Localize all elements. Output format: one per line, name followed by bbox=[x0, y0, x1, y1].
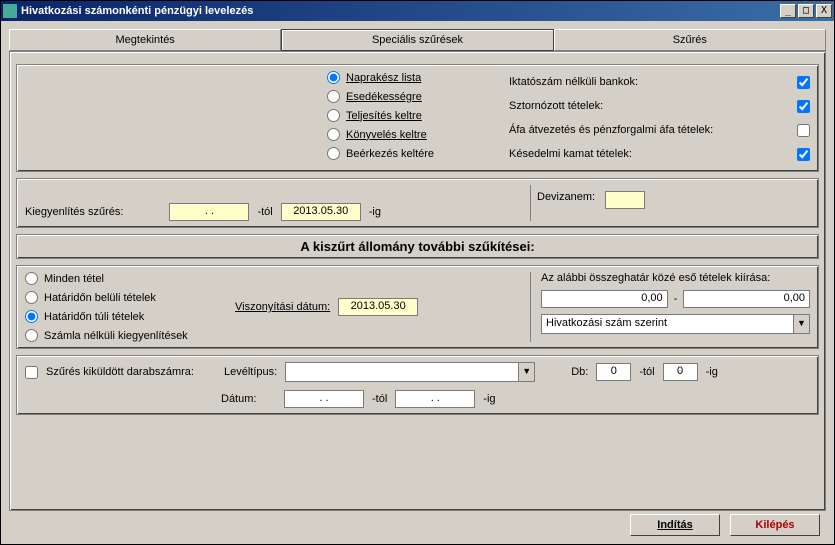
settlement-left: Kiegyenlítés szűrés: . . -tól 2013.05.30… bbox=[25, 185, 530, 221]
radio-beerkezes[interactable]: Beérkezés keltére bbox=[327, 147, 497, 160]
footer-buttons: Indítás Kilépés bbox=[630, 514, 820, 536]
chevron-down-icon[interactable]: ▼ bbox=[518, 363, 534, 381]
tab-special-filters[interactable]: Speciális szűrések bbox=[281, 29, 553, 51]
db-label: Db: bbox=[571, 366, 588, 378]
narrowing-section: Minden tétel Határidőn belüli tételek Ha… bbox=[16, 265, 819, 349]
tab-panel: Naprakész lista Esedékességre Teljesítés… bbox=[9, 51, 826, 511]
titlebar: Hivatkozási számonkénti pénzügyi levelez… bbox=[1, 1, 834, 21]
chk-row-sztorno: Sztornózott tételek: bbox=[509, 95, 810, 117]
chk-label-iktatoszam: Iktatószám nélküli bankok: bbox=[509, 76, 789, 88]
chk-row-afa: Áfa átvezetés és pénzforgalmi áfa tétele… bbox=[509, 119, 810, 141]
radio-teljesites[interactable]: Teljesítés keltre bbox=[327, 109, 497, 122]
tol-label-2: -tól bbox=[639, 366, 654, 378]
sent-count-row2: Dátum: . . -tól . . -ig bbox=[25, 390, 810, 408]
chk-label-sztorno: Sztornózott tételek: bbox=[509, 100, 789, 112]
deviza-input[interactable] bbox=[605, 191, 645, 209]
kieg-from-input[interactable]: . . bbox=[169, 203, 249, 221]
tol-label-1: -tól bbox=[257, 206, 272, 218]
ig-label-2: -ig bbox=[706, 366, 718, 378]
leveltipus-combo-text bbox=[286, 363, 518, 381]
db-from-input[interactable]: 0 bbox=[596, 363, 631, 381]
window-buttons: _ □ X bbox=[780, 4, 832, 18]
sent-count-row1: Szűrés kiküldött darabszámra: Levéltípus… bbox=[25, 362, 810, 382]
tol-label-3: -tól bbox=[372, 393, 387, 405]
window-title: Hivatkozási számonkénti pénzügyi levelez… bbox=[21, 5, 780, 17]
tab-view[interactable]: Megtekintés bbox=[9, 29, 281, 51]
range-separator: - bbox=[674, 293, 678, 305]
chk-label-kesedelmi: Késedelmi kamat tételek: bbox=[509, 148, 789, 160]
chk-row-kesedelmi: Késedelmi kamat tételek: bbox=[509, 143, 810, 165]
settlement-section: Kiegyenlítés szűrés: . . -tól 2013.05.30… bbox=[16, 178, 819, 228]
app-icon bbox=[3, 4, 17, 18]
ig-label-1: -ig bbox=[369, 206, 381, 218]
ig-label-3: -ig bbox=[483, 393, 495, 405]
chk-iktatoszam[interactable] bbox=[797, 76, 810, 89]
datum-label: Dátum: bbox=[221, 393, 276, 405]
visz-date-input[interactable]: 2013.05.30 bbox=[338, 298, 418, 316]
range-inputs: 0,00 - 0,00 bbox=[541, 290, 810, 308]
amount-range-box: Az alábbi összeghatár közé eső tételek k… bbox=[530, 272, 810, 342]
leveltipus-label: Levéltípus: bbox=[224, 366, 277, 378]
range-to-input[interactable]: 0,00 bbox=[683, 290, 810, 308]
datum-to-input[interactable]: . . bbox=[395, 390, 475, 408]
radio-esedekesseg[interactable]: Esedékességre bbox=[327, 90, 497, 103]
chevron-down-icon[interactable]: ▼ bbox=[793, 315, 809, 333]
maximize-button[interactable]: □ bbox=[798, 4, 814, 18]
radio-konyveles[interactable]: Könyvelés keltre bbox=[327, 128, 497, 141]
radio-hataridon-belul[interactable]: Határidőn belüli tételek bbox=[25, 291, 225, 304]
chk-afa[interactable] bbox=[797, 124, 810, 137]
subsection-heading: A kiszűrt állomány további szűkítései: bbox=[16, 234, 819, 259]
chk-kesedelmi[interactable] bbox=[797, 148, 810, 161]
deviza-box: Devizanem: bbox=[530, 185, 810, 221]
checkbox-column: Iktatószám nélküli bankok: Sztornózott t… bbox=[509, 71, 810, 165]
app-window: Hivatkozási számonkénti pénzügyi levelez… bbox=[0, 0, 835, 545]
top-section: Naprakész lista Esedékességre Teljesítés… bbox=[16, 64, 819, 172]
datum-from-input[interactable]: . . bbox=[284, 390, 364, 408]
range-label: Az alábbi összeghatár közé eső tételek k… bbox=[541, 272, 810, 284]
radio-szamla-nelkuli[interactable]: Számla nélküli kiegyenlítések bbox=[25, 329, 225, 342]
sent-count-section: Szűrés kiküldött darabszámra: Levéltípus… bbox=[16, 355, 819, 415]
radio-hataridon-tul[interactable]: Határidőn túli tételek bbox=[25, 310, 225, 323]
range-from-input[interactable]: 0,00 bbox=[541, 290, 668, 308]
sort-combo-text: Hivatkozási szám szerint bbox=[542, 315, 793, 333]
spacer-left bbox=[25, 71, 315, 165]
tab-filter[interactable]: Szűrés bbox=[554, 29, 826, 51]
visz-label: Viszonyítási dátum: bbox=[235, 301, 330, 313]
exit-button[interactable]: Kilépés bbox=[730, 514, 820, 536]
close-button[interactable]: X bbox=[816, 4, 832, 18]
chk-label-afa: Áfa átvezetés és pénzforgalmi áfa tétele… bbox=[509, 124, 789, 136]
db-to-input[interactable]: 0 bbox=[663, 363, 698, 381]
start-button[interactable]: Indítás bbox=[630, 514, 720, 536]
tab-strip: Megtekintés Speciális szűrések Szűrés bbox=[9, 29, 826, 51]
radio-naprakesz[interactable]: Naprakész lista bbox=[327, 71, 497, 84]
visz-date-group: Viszonyítási dátum: 2013.05.30 bbox=[235, 272, 418, 342]
sort-combo[interactable]: Hivatkozási szám szerint ▼ bbox=[541, 314, 810, 334]
minimize-button[interactable]: _ bbox=[780, 4, 796, 18]
chk-row-iktatoszam: Iktatószám nélküli bankok: bbox=[509, 71, 810, 93]
szures-darabszam-label: Szűrés kiküldött darabszámra: bbox=[46, 366, 216, 378]
deviza-label: Devizanem: bbox=[537, 191, 595, 203]
kieg-to-input[interactable]: 2013.05.30 bbox=[281, 203, 361, 221]
radio-minden[interactable]: Minden tétel bbox=[25, 272, 225, 285]
chk-szures-darabszam[interactable] bbox=[25, 366, 38, 379]
client-area: Megtekintés Speciális szűrések Szűrés Na… bbox=[1, 21, 834, 544]
item-type-radios: Minden tétel Határidőn belüli tételek Ha… bbox=[25, 272, 225, 342]
list-type-radios: Naprakész lista Esedékességre Teljesítés… bbox=[327, 71, 497, 165]
leveltipus-combo[interactable]: ▼ bbox=[285, 362, 535, 382]
kieg-label: Kiegyenlítés szűrés: bbox=[25, 206, 123, 218]
chk-sztorno[interactable] bbox=[797, 100, 810, 113]
